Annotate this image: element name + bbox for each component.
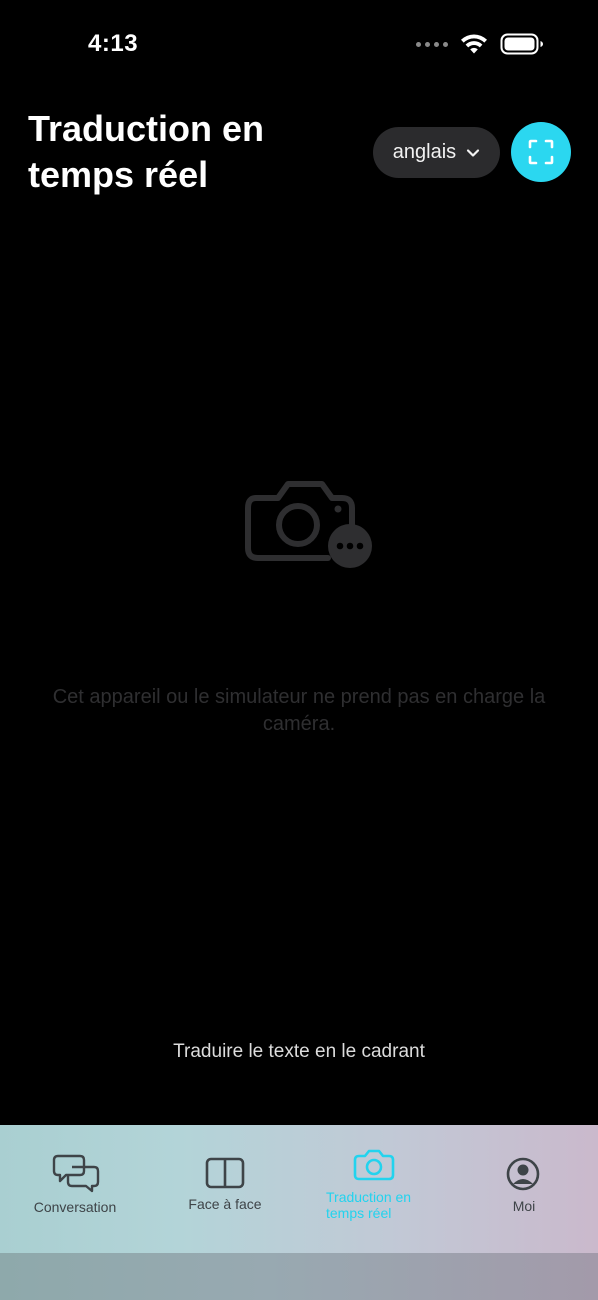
tab-live-translation[interactable]: Traduction en temps réel [300,1125,450,1253]
tab-conversation-label: Conversation [33,1199,117,1215]
tab-conversation[interactable]: Conversation [0,1125,150,1253]
framing-hint: Traduire le texte en le cadrant [173,1041,425,1062]
tab-bar: Conversation Face à face Traduction en t… [0,1125,598,1253]
page-title: Traduction en temps réel [28,108,265,195]
camera-unsupported-message: Cet appareil ou le simulateur ne prend p… [52,686,546,735]
cellular-signal-icon [416,41,448,47]
home-indicator-area [0,1253,598,1300]
battery-icon [500,33,543,55]
wifi-icon [461,34,487,54]
language-select[interactable]: anglais [373,127,500,178]
split-view-icon [205,1157,245,1189]
scan-frame-icon [528,139,554,165]
status-indicators [416,33,544,55]
tab-me-label: Moi [512,1198,536,1214]
camera-icon [353,1149,395,1181]
chat-bubbles-icon [52,1154,100,1193]
profile-icon [506,1157,540,1191]
tab-me[interactable]: Moi [450,1125,598,1253]
tab-face-to-face[interactable]: Face à face [150,1125,300,1253]
language-select-label: anglais [392,141,457,163]
tab-face-to-face-label: Face à face [188,1196,262,1212]
status-bar: 4:13 [0,0,598,90]
header: Traduction en temps réel anglais [28,106,578,198]
camera-unavailable-icon [245,481,372,568]
status-time: 4:13 [88,30,139,57]
fullscreen-button[interactable] [511,122,571,182]
chevron-down-icon [467,148,480,157]
tab-live-translation-label: Traduction en temps réel [326,1189,412,1221]
